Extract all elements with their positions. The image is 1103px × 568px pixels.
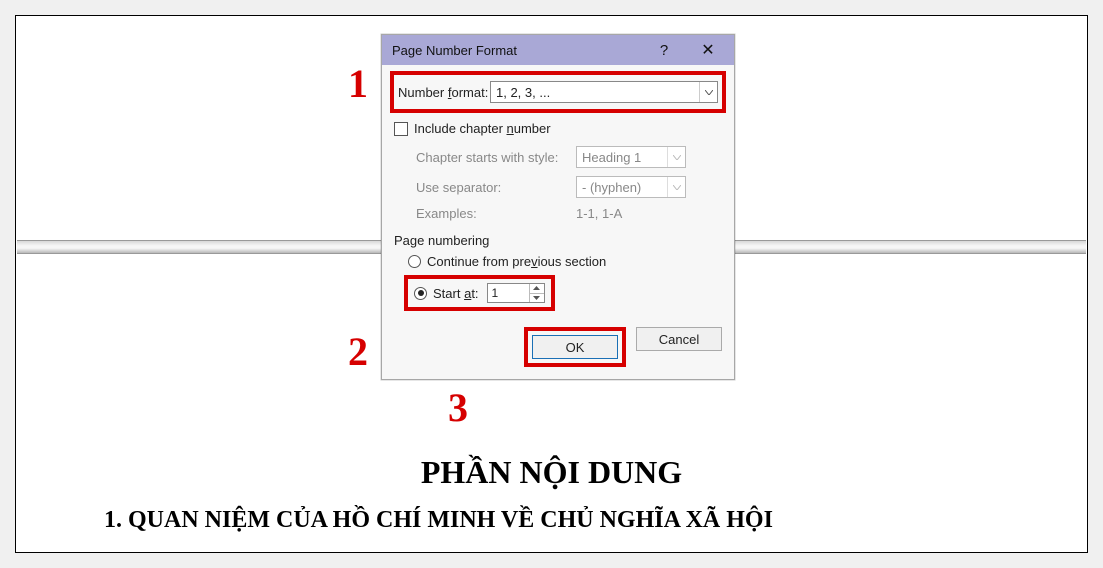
number-format-label: Number format:	[398, 85, 490, 100]
chevron-down-icon	[699, 82, 717, 102]
spinner-up-icon[interactable]	[530, 284, 544, 293]
chapter-starts-combo: Heading 1	[576, 146, 686, 168]
continue-label: Continue from previous section	[427, 254, 606, 269]
page-number-format-dialog: Page Number Format ? ✕ Number format: 1,…	[381, 34, 735, 380]
use-separator-label: Use separator:	[416, 180, 576, 195]
examples-value: 1-1, 1-A	[576, 206, 622, 221]
continue-radio-row[interactable]: Continue from previous section	[408, 254, 722, 269]
callout-1: 1	[348, 60, 368, 107]
callout-3: 3	[448, 384, 468, 431]
titlebar[interactable]: Page Number Format ? ✕	[382, 35, 734, 65]
chevron-down-icon	[667, 177, 685, 197]
number-format-row: Number format: 1, 2, 3, ...	[390, 71, 726, 113]
ok-button[interactable]: OK	[532, 335, 618, 359]
ok-highlight: OK	[524, 327, 626, 367]
checkbox-icon	[394, 122, 408, 136]
number-format-value: 1, 2, 3, ...	[496, 85, 699, 100]
callout-2: 2	[348, 328, 368, 375]
cancel-button[interactable]: Cancel	[636, 327, 722, 351]
radio-icon[interactable]	[414, 287, 427, 300]
radio-icon	[408, 255, 421, 268]
start-at-value: 1	[488, 284, 529, 302]
start-at-label: Start at:	[433, 286, 479, 301]
include-chapter-label: Include chapter number	[414, 121, 551, 136]
examples-label: Examples:	[416, 206, 576, 221]
dialog-title: Page Number Format	[392, 43, 642, 58]
start-at-row: Start at: 1	[404, 275, 555, 311]
include-chapter-checkbox-row[interactable]: Include chapter number	[394, 121, 722, 136]
spinner-down-icon[interactable]	[530, 293, 544, 303]
chevron-down-icon	[667, 147, 685, 167]
help-button[interactable]: ?	[642, 36, 686, 64]
use-separator-combo: - (hyphen)	[576, 176, 686, 198]
number-format-combo[interactable]: 1, 2, 3, ...	[490, 81, 718, 103]
close-button[interactable]: ✕	[686, 36, 730, 64]
document-subheading: 1. QUAN NIỆM CỦA HỒ CHÍ MINH VỀ CHỦ NGHĨ…	[16, 507, 1087, 534]
document-heading: PHẦN NỘI DUNG	[16, 454, 1087, 491]
chapter-starts-label: Chapter starts with style:	[416, 150, 576, 165]
page-numbering-label: Page numbering	[394, 233, 722, 248]
start-at-spinner[interactable]: 1	[487, 283, 545, 303]
